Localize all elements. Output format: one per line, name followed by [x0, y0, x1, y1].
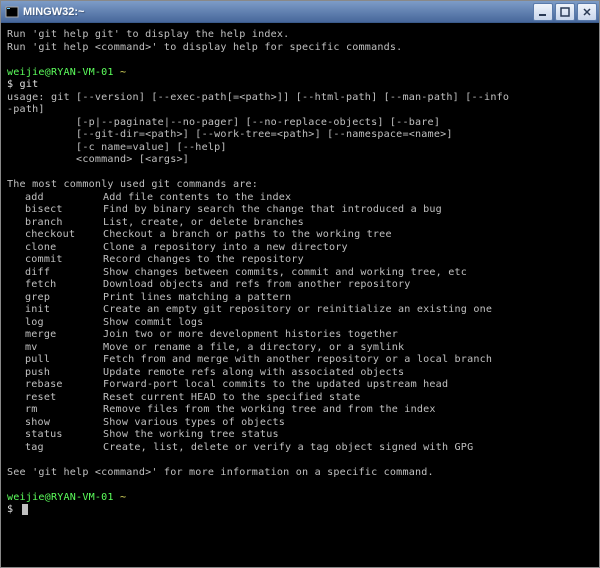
command-name: clone [7, 242, 103, 255]
table-row: rebaseForward-port local commits to the … [7, 379, 492, 392]
command-line: $ git [7, 79, 593, 92]
command-name: status [7, 429, 103, 442]
command-name: push [7, 367, 103, 380]
cwd-path: ~ [114, 67, 127, 78]
commands-header: The most commonly used git commands are: [7, 179, 593, 192]
table-row: resetReset current HEAD to the specified… [7, 392, 492, 405]
usage-line: -path] [7, 104, 593, 117]
command-name: diff [7, 267, 103, 280]
command-desc: Clone a repository into a new directory [103, 242, 492, 255]
table-row: logShow commit logs [7, 317, 492, 330]
command-desc: Create an empty git repository or reinit… [103, 304, 492, 317]
table-row: cloneClone a repository into a new direc… [7, 242, 492, 255]
command-name: show [7, 417, 103, 430]
command-desc: Find by binary search the change that in… [103, 204, 492, 217]
table-row: branchList, create, or delete branches [7, 217, 492, 230]
titlebar: MINGW32:~ [1, 1, 599, 23]
command-name: reset [7, 392, 103, 405]
command-name: add [7, 192, 103, 205]
command-desc: Show commit logs [103, 317, 492, 330]
mingw-window: MINGW32:~ Run 'git help git' to display … [0, 0, 600, 568]
user-host: weijie@RYAN-VM-01 [7, 492, 114, 503]
table-row: addAdd file contents to the index [7, 192, 492, 205]
table-row: rmRemove files from the working tree and… [7, 404, 492, 417]
command-name: fetch [7, 279, 103, 292]
command-desc: Update remote refs along with associated… [103, 367, 492, 380]
command-desc: Show various types of objects [103, 417, 492, 430]
command-desc: Add file contents to the index [103, 192, 492, 205]
blank-line [7, 167, 593, 180]
command-name: rm [7, 404, 103, 417]
usage-line: usage: git [--version] [--exec-path[=<pa… [7, 92, 593, 105]
minimize-button[interactable] [533, 3, 553, 21]
help-line: Run 'git help <command>' to display help… [7, 42, 593, 55]
table-row: pullFetch from and merge with another re… [7, 354, 492, 367]
command-desc: Fetch from and merge with another reposi… [103, 354, 492, 367]
command-desc: Show changes between commits, commit and… [103, 267, 492, 280]
user-host: weijie@RYAN-VM-01 [7, 67, 114, 78]
app-icon [5, 5, 19, 19]
command-name: branch [7, 217, 103, 230]
cwd-path: ~ [114, 492, 127, 503]
cursor-icon [22, 504, 29, 515]
table-row: mvMove or rename a file, a directory, or… [7, 342, 492, 355]
table-row: statusShow the working tree status [7, 429, 492, 442]
blank-line [7, 54, 593, 67]
command-desc: Forward-port local commits to the update… [103, 379, 492, 392]
usage-line: [-p|--paginate|--no-pager] [--no-replace… [7, 117, 593, 130]
command-desc: Reset current HEAD to the specified stat… [103, 392, 492, 405]
command-desc: Record changes to the repository [103, 254, 492, 267]
command-name: log [7, 317, 103, 330]
table-row: tagCreate, list, delete or verify a tag … [7, 442, 492, 455]
table-row: initCreate an empty git repository or re… [7, 304, 492, 317]
command-desc: Print lines matching a pattern [103, 292, 492, 305]
maximize-button[interactable] [555, 3, 575, 21]
command-name: grep [7, 292, 103, 305]
command-desc: Checkout a branch or paths to the workin… [103, 229, 492, 242]
command-name: commit [7, 254, 103, 267]
command-name: tag [7, 442, 103, 455]
command-name: pull [7, 354, 103, 367]
command-name: merge [7, 329, 103, 342]
command-line: $ [7, 504, 593, 517]
table-row: grepPrint lines matching a pattern [7, 292, 492, 305]
footer-line: See 'git help <command>' for more inform… [7, 467, 593, 480]
command-name: bisect [7, 204, 103, 217]
command-desc: Download objects and refs from another r… [103, 279, 492, 292]
command-desc: Remove files from the working tree and f… [103, 404, 492, 417]
prompt-line: weijie@RYAN-VM-01 ~ [7, 67, 593, 80]
table-row: commitRecord changes to the repository [7, 254, 492, 267]
window-buttons [533, 3, 597, 21]
usage-line: <command> [<args>] [7, 154, 593, 167]
command-desc: List, create, or delete branches [103, 217, 492, 230]
command-desc: Move or rename a file, a directory, or a… [103, 342, 492, 355]
command-name: mv [7, 342, 103, 355]
command-name: init [7, 304, 103, 317]
table-row: fetchDownload objects and refs from anot… [7, 279, 492, 292]
table-row: pushUpdate remote refs along with associ… [7, 367, 492, 380]
table-row: mergeJoin two or more development histor… [7, 329, 492, 342]
table-row: diffShow changes between commits, commit… [7, 267, 492, 280]
table-row: bisectFind by binary search the change t… [7, 204, 492, 217]
blank-line [7, 454, 593, 467]
terminal-area[interactable]: Run 'git help git' to display the help i… [1, 23, 599, 567]
table-row: checkoutCheckout a branch or paths to th… [7, 229, 492, 242]
commands-table: addAdd file contents to the indexbisectF… [7, 192, 492, 455]
blank-line [7, 479, 593, 492]
command-desc: Show the working tree status [103, 429, 492, 442]
usage-line: [-c name=value] [--help] [7, 142, 593, 155]
command-name: checkout [7, 229, 103, 242]
usage-line: [--git-dir=<path>] [--work-tree=<path>] … [7, 129, 593, 142]
close-button[interactable] [577, 3, 597, 21]
prompt-line: weijie@RYAN-VM-01 ~ [7, 492, 593, 505]
window-title: MINGW32:~ [23, 6, 533, 18]
help-line: Run 'git help git' to display the help i… [7, 29, 593, 42]
command-desc: Create, list, delete or verify a tag obj… [103, 442, 492, 455]
command-name: rebase [7, 379, 103, 392]
prompt-symbol: $ [7, 504, 20, 515]
table-row: showShow various types of objects [7, 417, 492, 430]
command-desc: Join two or more development histories t… [103, 329, 492, 342]
